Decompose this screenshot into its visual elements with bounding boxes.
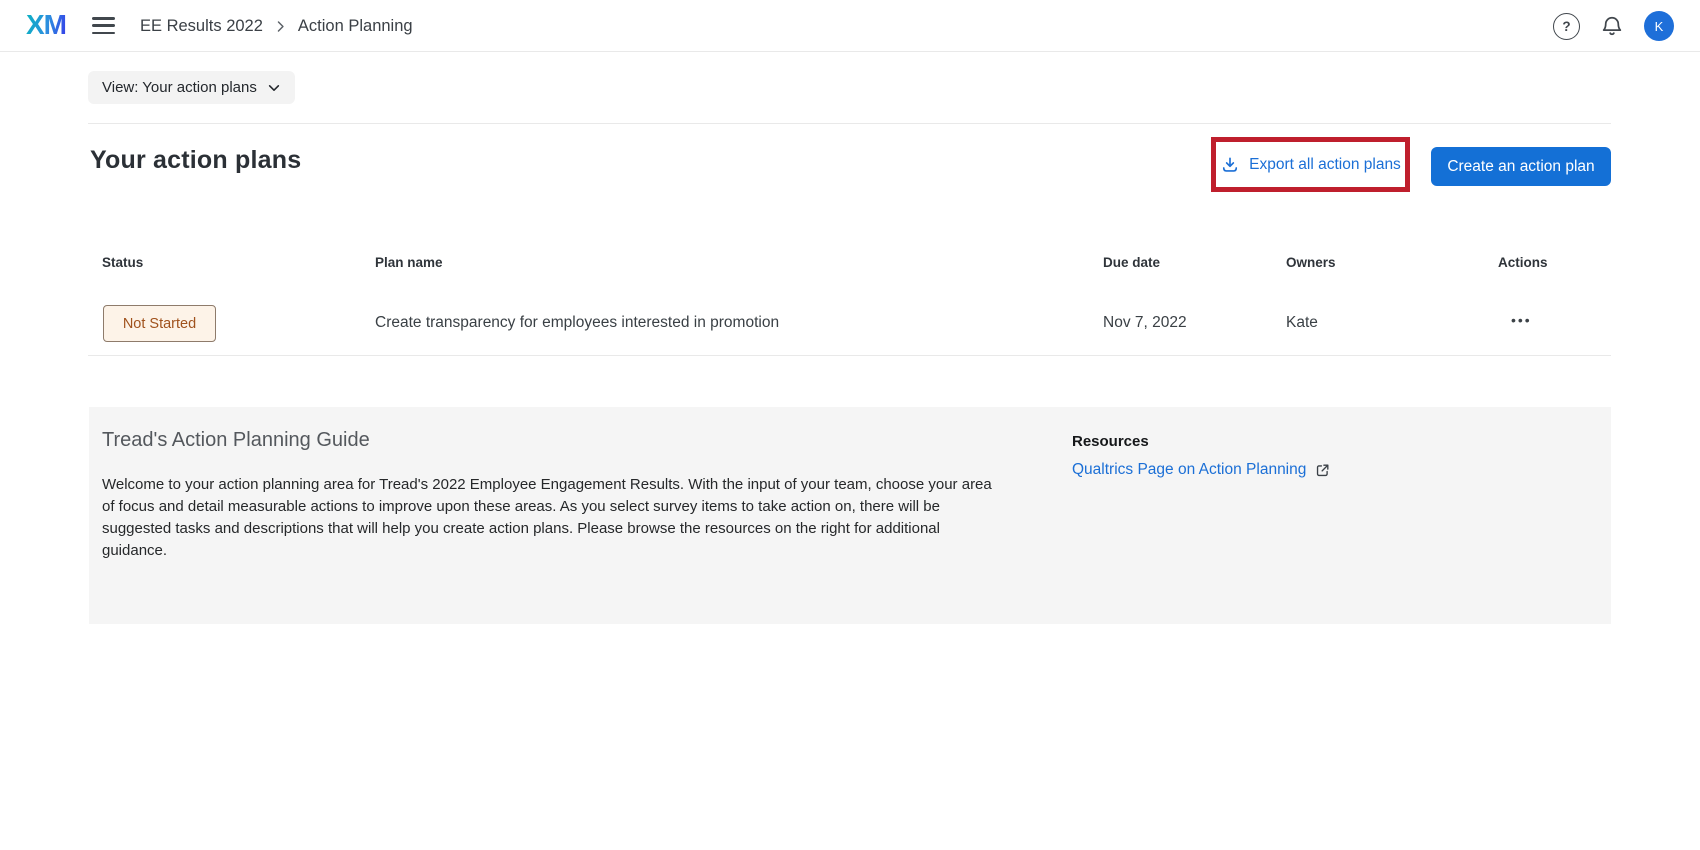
action-planning-page: XM EE Results 2022 Action Planning ? K V… [0, 0, 1700, 850]
top-navigation-bar: XM EE Results 2022 Action Planning ? K [0, 0, 1700, 52]
column-header-status: Status [102, 255, 143, 270]
row-actions-menu-icon[interactable]: ••• [1505, 306, 1538, 334]
owners-cell: Kate [1286, 314, 1318, 332]
row-divider [88, 355, 1611, 356]
user-avatar[interactable]: K [1644, 11, 1674, 41]
help-icon[interactable]: ? [1553, 13, 1580, 40]
column-header-plan-name: Plan name [375, 255, 443, 270]
breadcrumb-survey[interactable]: EE Results 2022 [140, 17, 263, 36]
column-header-actions: Actions [1498, 255, 1548, 270]
guide-description: Welcome to your action planning area for… [102, 474, 1007, 562]
chevron-down-icon [267, 81, 281, 95]
breadcrumb-current-page: Action Planning [298, 17, 413, 36]
download-icon [1220, 155, 1240, 175]
column-header-due-date: Due date [1103, 255, 1160, 270]
guide-title: Tread's Action Planning Guide [102, 429, 370, 452]
export-all-action-plans-button[interactable]: Export all action plans [1216, 142, 1405, 187]
due-date-cell: Nov 7, 2022 [1103, 314, 1187, 332]
notifications-bell-icon[interactable] [1599, 13, 1625, 39]
qualtrics-action-planning-link[interactable]: Qualtrics Page on Action Planning [1072, 461, 1331, 479]
page-title: Your action plans [90, 146, 301, 175]
view-selector-dropdown[interactable]: View: Your action plans [88, 71, 295, 104]
status-badge: Not Started [103, 305, 216, 342]
plan-name-cell[interactable]: Create transparency for employees intere… [375, 314, 779, 332]
xm-logo[interactable]: XM [26, 9, 66, 41]
resource-link-label: Qualtrics Page on Action Planning [1072, 461, 1306, 479]
chevron-right-icon [274, 20, 287, 33]
create-action-plan-button[interactable]: Create an action plan [1431, 147, 1611, 186]
column-header-owners: Owners [1286, 255, 1336, 270]
export-button-label: Export all action plans [1249, 156, 1401, 174]
view-selector-label: View: Your action plans [102, 79, 257, 96]
export-highlight-annotation: Export all action plans [1211, 137, 1410, 192]
header-divider [88, 123, 1611, 124]
topbar-actions: ? K [1553, 0, 1674, 52]
hamburger-menu-icon[interactable] [92, 17, 115, 34]
action-planning-guide-panel: Tread's Action Planning Guide Welcome to… [89, 407, 1611, 624]
external-link-icon [1314, 462, 1331, 479]
breadcrumb: EE Results 2022 Action Planning [140, 0, 413, 52]
resources-heading: Resources [1072, 433, 1149, 450]
